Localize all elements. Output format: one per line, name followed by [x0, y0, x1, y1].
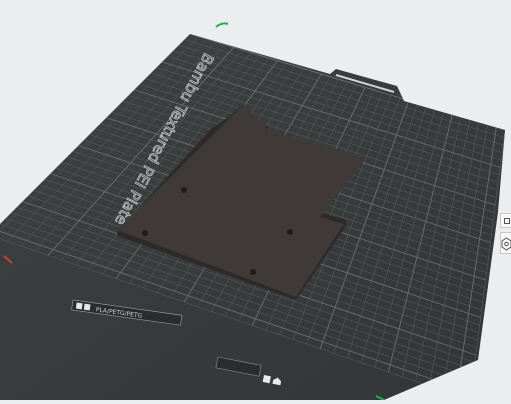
3d-viewport[interactable]: Bambu Textured PEI Plate PLA/PETG/PETG — [0, 0, 511, 401]
mount-hole — [250, 269, 256, 275]
arrange-icon[interactable] — [83, 303, 91, 311]
mount-hole — [142, 230, 148, 236]
z-axis-marker — [215, 22, 229, 28]
build-plate-scene[interactable]: Bambu Textured PEI Plate PLA/PETG/PETG — [0, 0, 511, 401]
mount-hole — [287, 229, 293, 235]
hexagon-settings-icon — [501, 237, 511, 251]
side-settings-button[interactable] — [500, 232, 511, 254]
side-view-button[interactable] — [500, 213, 511, 228]
mount-hole — [181, 187, 187, 193]
square-icon[interactable] — [262, 375, 271, 384]
rect-icon — [504, 218, 510, 224]
lock-icon[interactable] — [75, 302, 83, 310]
